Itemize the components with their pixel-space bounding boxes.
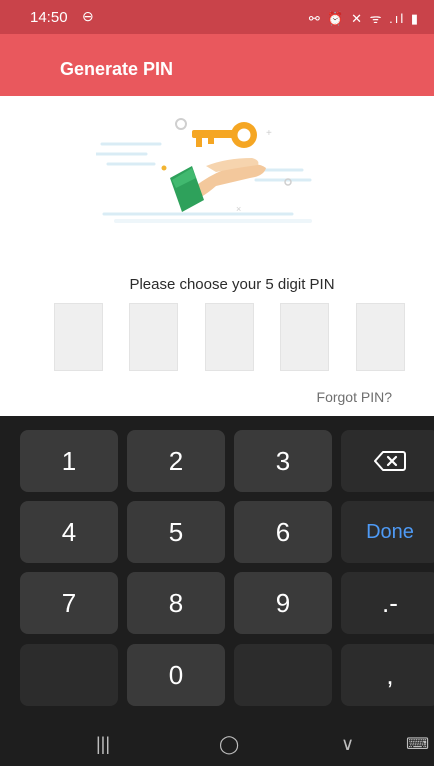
dot-dash-key[interactable]: .-: [341, 572, 434, 634]
key-5[interactable]: 5: [127, 501, 225, 563]
back-icon[interactable]: ∨: [341, 734, 354, 755]
key-0[interactable]: 0: [127, 644, 225, 706]
dnd-icon: ⊖: [82, 8, 94, 24]
page-title: Generate PIN: [60, 59, 174, 79]
forgot-pin-link[interactable]: Forgot PIN?: [317, 389, 392, 405]
pin-digit-4[interactable]: [280, 303, 329, 371]
key-6[interactable]: 6: [234, 501, 332, 563]
hand-holding-key-illustration: + ×: [96, 118, 312, 223]
status-bar: 14:50 ⊖ ⚯ ⏰ ✕ ᯤ .ıl ▮: [0, 0, 434, 34]
key-2[interactable]: 2: [127, 430, 225, 492]
hand-icon: [170, 158, 266, 212]
pin-digit-2[interactable]: [129, 303, 178, 371]
backspace-icon: [374, 451, 406, 471]
comma-key[interactable]: ,: [341, 644, 434, 706]
key-7[interactable]: 7: [20, 572, 118, 634]
svg-text:×: ×: [236, 204, 241, 214]
key-9[interactable]: 9: [234, 572, 332, 634]
keyboard-toggle-icon[interactable]: ⌨: [406, 734, 429, 754]
blank-key-left: [20, 644, 118, 706]
blank-key-right: [234, 644, 332, 706]
app-bar: Generate PIN: [0, 34, 434, 96]
svg-text:+: +: [266, 128, 272, 139]
home-icon[interactable]: ◯: [219, 734, 239, 755]
status-icons: ⚯ ⏰ ✕ ᯤ .ıl ▮: [308, 11, 420, 26]
key-8[interactable]: 8: [127, 572, 225, 634]
pin-instruction: Please choose your 5 digit PIN: [129, 276, 335, 293]
pin-digit-1[interactable]: [54, 303, 103, 371]
recents-icon[interactable]: |||: [96, 734, 110, 755]
pin-digit-5[interactable]: [356, 303, 405, 371]
status-time: 14:50: [30, 9, 68, 26]
key-4[interactable]: 4: [20, 501, 118, 563]
done-key[interactable]: Done: [341, 501, 434, 563]
pin-digit-3[interactable]: [205, 303, 254, 371]
backspace-key[interactable]: [341, 430, 434, 492]
key-1[interactable]: 1: [20, 430, 118, 492]
navigation-bar: ||| ◯ ∨ ⌨: [0, 720, 434, 766]
key-icon: [192, 122, 257, 148]
key-3[interactable]: 3: [234, 430, 332, 492]
